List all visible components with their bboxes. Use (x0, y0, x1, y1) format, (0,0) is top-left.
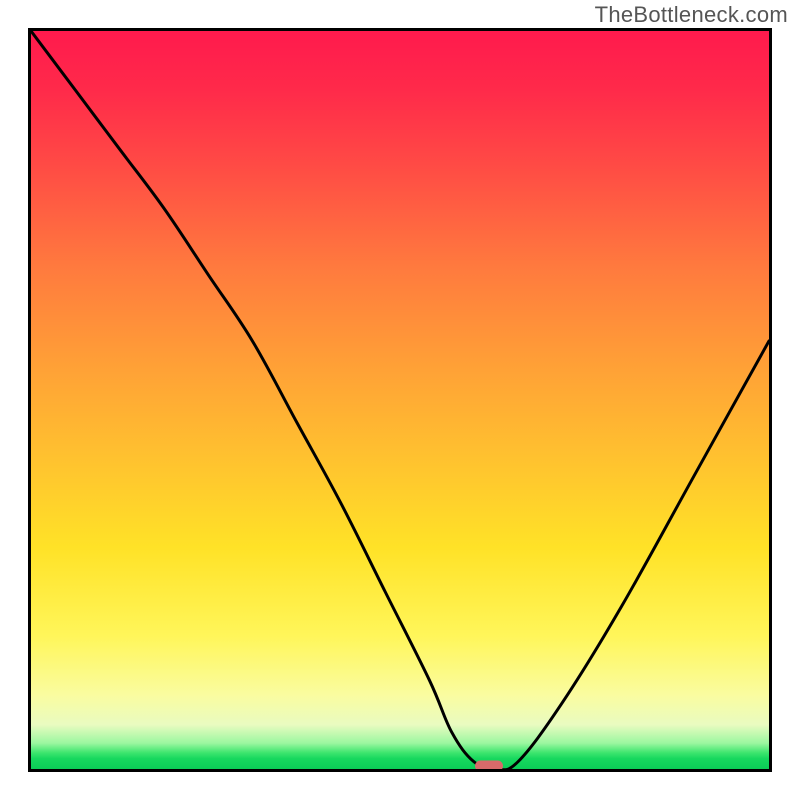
plot-area (28, 28, 772, 772)
bottleneck-chart: TheBottleneck.com (0, 0, 800, 800)
curve-layer (31, 31, 769, 769)
optimal-marker (475, 761, 503, 772)
curve-path (31, 31, 769, 769)
watermark-text: TheBottleneck.com (595, 2, 788, 28)
